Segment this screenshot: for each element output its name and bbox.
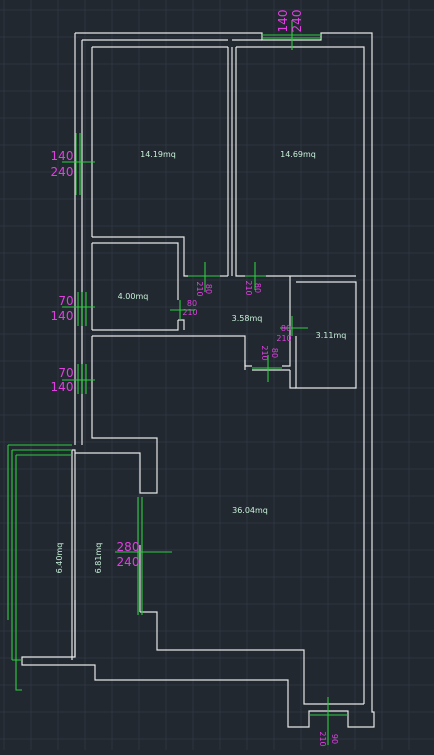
- dim-window-top-w: 140: [276, 10, 290, 33]
- dim-window-left-small-1-h: 140: [51, 309, 74, 323]
- area-label-room-left-strip: 6.81mq: [94, 543, 103, 574]
- dim-door-4-h: 210: [276, 334, 291, 343]
- dim-window-left-upper-w: 140: [51, 149, 74, 163]
- dim-window-left-upper-h: 240: [51, 165, 74, 179]
- dim-door-2-w: 80: [253, 283, 262, 293]
- area-label-balcony: 6.40mq: [55, 543, 64, 574]
- dim-door-1-h: 210: [195, 281, 204, 296]
- area-label-corridor: 3.58mq: [232, 314, 263, 323]
- dim-door-4-w: 80: [281, 324, 291, 333]
- dim-window-left-small-1-w: 70: [58, 294, 73, 308]
- area-label-room-top-left: 14.19mq: [140, 150, 176, 159]
- dim-slider-door-h: 240: [117, 555, 140, 569]
- dim-door-entrance-w: 90: [330, 734, 339, 744]
- area-label-living: 36.04mq: [232, 506, 268, 515]
- dim-door-entrance-h: 210: [318, 731, 327, 746]
- area-label-room-top-right: 14.69mq: [280, 150, 316, 159]
- dim-door-3-h: 210: [182, 308, 197, 317]
- dim-door-3-w: 80: [187, 299, 197, 308]
- dim-window-top-h: 240: [290, 10, 304, 33]
- area-label-room-right-small: 3.11mq: [316, 331, 347, 340]
- dim-window-left-small-2-w: 70: [58, 366, 73, 380]
- dim-door-1-w: 80: [204, 284, 213, 294]
- dim-door-5-w: 80: [270, 348, 279, 358]
- dim-slider-door-w: 280: [117, 540, 140, 554]
- dim-door-2-h: 210: [244, 280, 253, 295]
- floor-plan: 14.19mq 14.69mq 4.00mq 3.58mq 3.11mq 36.…: [0, 0, 434, 750]
- area-label-room-small: 4.00mq: [118, 292, 149, 301]
- cad-viewport[interactable]: 14.19mq 14.69mq 4.00mq 3.58mq 3.11mq 36.…: [0, 0, 434, 750]
- dim-door-5-h: 210: [260, 345, 269, 360]
- dim-window-left-small-2-h: 140: [51, 380, 74, 394]
